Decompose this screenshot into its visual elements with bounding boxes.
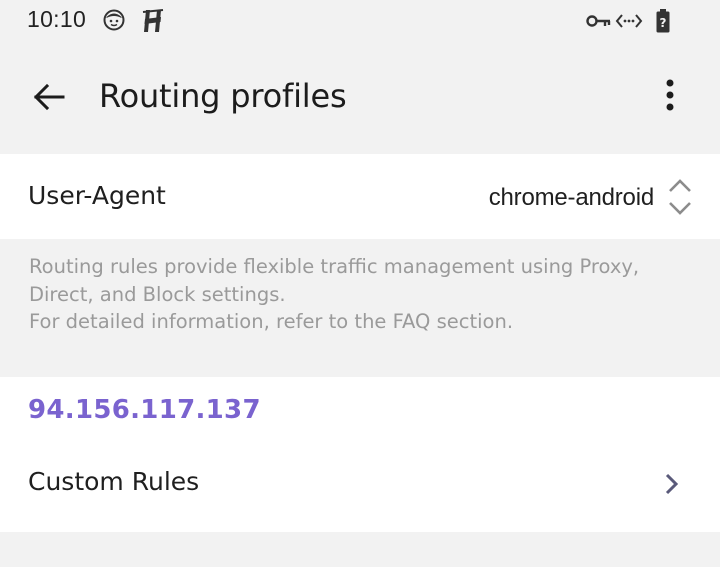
description-line: Direct, and Block settings. <box>29 281 699 309</box>
data-transfer-icon <box>615 12 643 30</box>
rules-card: 94.156.117.137 Custom Rules <box>0 377 720 532</box>
description-line: For detailed information, refer to the F… <box>29 308 699 336</box>
chevron-right-icon <box>660 470 682 498</box>
user-agent-label: User-Agent <box>28 181 166 210</box>
svg-text:?: ? <box>660 16 667 30</box>
user-agent-row[interactable]: User-Agent chrome-android <box>0 154 720 239</box>
app-bar: Routing profiles <box>0 44 720 154</box>
face-icon <box>103 9 125 31</box>
back-button[interactable] <box>24 78 74 120</box>
description-line: Routing rules provide flexible traffic m… <box>29 253 699 281</box>
custom-rules-row[interactable]: Custom Rules <box>0 453 720 513</box>
user-agent-value[interactable]: chrome-android <box>489 184 654 212</box>
page-title: Routing profiles <box>99 77 346 115</box>
more-vert-icon <box>665 79 675 115</box>
status-time: 10:10 <box>27 6 86 33</box>
custom-rules-label: Custom Rules <box>28 467 199 496</box>
routing-description: Routing rules provide flexible traffic m… <box>29 253 699 336</box>
ip-address: 94.156.117.137 <box>28 395 261 425</box>
arrow-left-icon <box>33 83 65 115</box>
vpn-key-icon <box>586 13 612 29</box>
battery-unknown-icon: ? <box>655 8 671 34</box>
unfold-selector-icon[interactable] <box>664 176 696 218</box>
overflow-menu-button[interactable] <box>650 74 690 120</box>
h-app-icon <box>141 8 165 34</box>
status-bar: 10:10 <box>0 0 720 44</box>
